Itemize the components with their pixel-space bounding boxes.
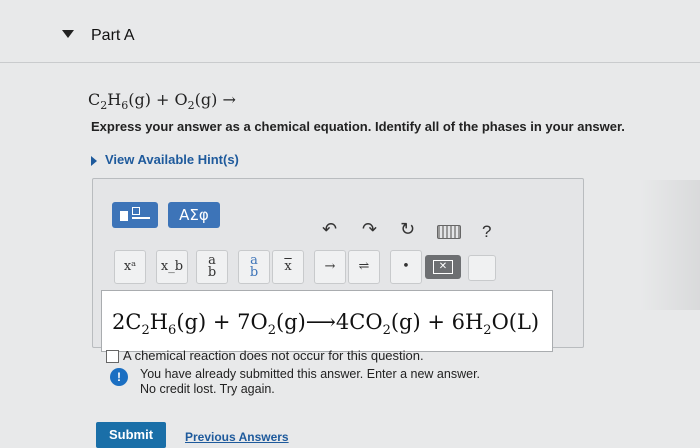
help-button[interactable]: ?	[482, 222, 491, 242]
delete-x-icon: ✕	[433, 260, 453, 274]
submit-button[interactable]: Submit	[96, 422, 166, 448]
reaction-prompt: C2H6(g) + O2(g) →	[88, 90, 236, 113]
redo-icon[interactable]: ↷	[362, 219, 377, 240]
answer-input[interactable]: 2C2H6(g) + 7O2(g)⟶4CO2(g) + 6H2O(L)	[101, 290, 553, 352]
fraction-template-button[interactable]: ab	[238, 250, 270, 284]
vector-button[interactable]: x	[272, 250, 304, 284]
undo-icon[interactable]: ↶	[322, 219, 337, 240]
subscript-button[interactable]: x_b	[156, 250, 188, 284]
no-reaction-option[interactable]: A chemical reaction does not occur for t…	[106, 348, 424, 364]
view-hints-link[interactable]: View Available Hint(s)	[91, 152, 239, 167]
dot-button[interactable]: •	[390, 250, 422, 284]
templates-button[interactable]	[112, 202, 158, 228]
template-box-icon	[120, 211, 128, 221]
collapse-arrow-icon[interactable]	[62, 30, 74, 38]
template-small-box-icon	[132, 207, 140, 215]
fraction-button[interactable]: ab	[196, 250, 228, 284]
keyboard-icon[interactable]	[468, 255, 496, 281]
background-shade	[640, 180, 700, 310]
instructions: Express your answer as a chemical equati…	[91, 119, 625, 134]
info-icon: !	[110, 368, 128, 386]
expand-triangle-icon	[91, 155, 97, 166]
previous-answers-link[interactable]: Previous Answers	[185, 430, 289, 444]
part-a-header[interactable]: Part A	[0, 0, 700, 62]
divider	[0, 62, 700, 63]
feedback-message: You have already submitted this answer. …	[140, 367, 481, 396]
part-title: Part A	[91, 27, 135, 44]
delete-button[interactable]: ✕	[425, 255, 461, 279]
reset-icon[interactable]: ↻	[400, 219, 415, 240]
keyboard-shortcuts-icon[interactable]	[437, 225, 461, 239]
equilibrium-button[interactable]: ⇌	[348, 250, 380, 284]
arrow-button[interactable]: →	[314, 250, 346, 284]
no-reaction-checkbox[interactable]	[106, 350, 119, 364]
greek-symbols-button[interactable]: ΑΣφ	[168, 202, 220, 228]
template-line-icon	[132, 217, 150, 219]
superscript-button[interactable]: xᵃ	[114, 250, 146, 284]
